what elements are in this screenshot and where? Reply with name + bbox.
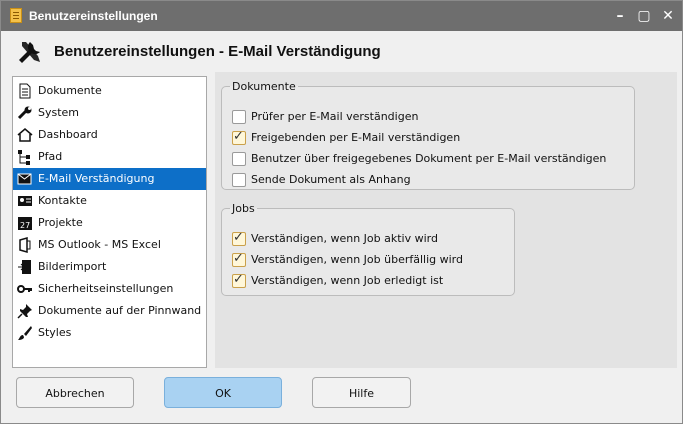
dialog-footer: Abbrechen OK Hilfe	[1, 368, 682, 423]
sidebar-item-projekte[interactable]: 27 Projekte	[13, 212, 206, 234]
maximize-icon[interactable]: ▢	[635, 7, 653, 25]
key-icon	[17, 285, 32, 293]
sidebar-item-kontakte[interactable]: Kontakte	[13, 190, 206, 212]
checkbox-benutzer[interactable]: Benutzer über freigegebenes Dokument per…	[232, 150, 632, 168]
checkbox-label: Verständigen, wenn Job erledigt ist	[251, 274, 444, 287]
checkbox-job-aktiv[interactable]: Verständigen, wenn Job aktiv wird	[232, 230, 632, 248]
checkbox-label: Prüfer per E-Mail verständigen	[251, 110, 419, 123]
import-icon	[18, 260, 31, 274]
sidebar-item-label: Styles	[38, 326, 72, 339]
app-document-icon	[10, 8, 22, 23]
sidebar-item-pinnwand[interactable]: Dokumente auf der Pinnwand	[13, 300, 206, 322]
sidebar-item-label: Dokumente auf der Pinnwand	[38, 304, 202, 317]
pin-icon	[17, 304, 32, 319]
calendar-icon: 27	[18, 217, 32, 230]
sidebar-item-label: MS Outlook - MS Excel	[38, 238, 161, 251]
checkbox-job-erledigt[interactable]: Verständigen, wenn Job erledigt ist	[232, 272, 632, 290]
document-icon	[19, 83, 31, 99]
title-bar[interactable]: Benutzereinstellungen – ▢ ✕	[1, 1, 682, 31]
wrench-icon	[17, 106, 32, 120]
brush-icon	[18, 326, 32, 340]
sidebar-item-pfad[interactable]: Pfad	[13, 146, 206, 168]
sidebar-item-label: Sicherheitseinstellungen	[38, 282, 174, 295]
tree-icon	[18, 150, 30, 165]
checkbox-box[interactable]	[232, 272, 246, 288]
page-header: Benutzereinstellungen - E-Mail Verständi…	[1, 31, 682, 72]
checkbox-box[interactable]	[232, 110, 246, 124]
svg-text:27: 27	[20, 221, 30, 230]
checkbox-label: Benutzer über freigegebenes Dokument per…	[251, 152, 607, 165]
checkbox-label: Verständigen, wenn Job überfällig wird	[251, 253, 463, 266]
sidebar-item-label: Projekte	[38, 216, 83, 229]
group-title-jobs: Jobs	[232, 202, 255, 215]
sidebar-item-label: Dashboard	[38, 128, 98, 141]
checkbox-box[interactable]	[232, 173, 246, 187]
checkbox-freigebenden[interactable]: Freigebenden per E-Mail verständigen	[232, 129, 632, 147]
checkbox-label: Sende Dokument als Anhang	[251, 173, 411, 186]
settings-nav: Dokumente System Dashboard Pfad E-Mail V…	[12, 76, 207, 368]
sidebar-item-sicherheit[interactable]: Sicherheitseinstellungen	[13, 278, 206, 300]
checkbox-box[interactable]	[232, 230, 246, 246]
checkbox-box[interactable]	[232, 251, 246, 267]
sidebar-item-label: Bilderimport	[38, 260, 107, 273]
sidebar-item-dashboard[interactable]: Dashboard	[13, 124, 206, 146]
group-title-dokumente: Dokumente	[232, 80, 296, 93]
office-icon	[19, 237, 31, 253]
cancel-button[interactable]: Abbrechen	[16, 377, 134, 408]
group-jobs: Jobs Verständigen, wenn Job aktiv wird V…	[221, 202, 515, 296]
home-icon	[17, 128, 33, 142]
settings-content: Dokumente Prüfer per E-Mail verständigen…	[215, 72, 677, 368]
checkbox-label: Verständigen, wenn Job aktiv wird	[251, 232, 438, 245]
settings-dialog: Benutzereinstellungen – ▢ ✕ Benutzereins…	[0, 0, 683, 424]
sidebar-item-label: Dokumente	[38, 84, 102, 97]
page-title: Benutzereinstellungen - E-Mail Verständi…	[54, 43, 381, 60]
minimize-icon[interactable]: –	[611, 7, 629, 25]
sidebar-item-label: E-Mail Verständigung	[38, 172, 155, 185]
sidebar-item-bilderimport[interactable]: Bilderimport	[13, 256, 206, 278]
sidebar-item-styles[interactable]: Styles	[13, 322, 206, 344]
help-button[interactable]: Hilfe	[312, 377, 411, 408]
sidebar-item-label: Kontakte	[38, 194, 87, 207]
group-dokumente: Dokumente Prüfer per E-Mail verständigen…	[221, 80, 635, 190]
mail-icon	[17, 173, 32, 185]
window-title: Benutzereinstellungen	[29, 9, 158, 23]
checkbox-job-ueberfaellig[interactable]: Verständigen, wenn Job überfällig wird	[232, 251, 632, 269]
tools-icon	[19, 42, 40, 63]
sidebar-item-label: System	[38, 106, 80, 119]
checkbox-box[interactable]	[232, 129, 246, 145]
checkbox-pruefer[interactable]: Prüfer per E-Mail verständigen	[232, 108, 632, 126]
checkbox-anhang[interactable]: Sende Dokument als Anhang	[232, 171, 632, 189]
sidebar-item-system[interactable]: System	[13, 102, 206, 124]
close-icon[interactable]: ✕	[659, 7, 677, 25]
checkbox-label: Freigebenden per E-Mail verständigen	[251, 131, 461, 144]
ok-button[interactable]: OK	[164, 377, 282, 408]
sidebar-item-label: Pfad	[38, 150, 63, 163]
checkbox-box[interactable]	[232, 152, 246, 166]
contact-card-icon	[18, 196, 32, 206]
sidebar-item-ms-outlook[interactable]: MS Outlook - MS Excel	[13, 234, 206, 256]
sidebar-item-dokumente[interactable]: Dokumente	[13, 80, 206, 102]
sidebar-item-email-verstaendigung[interactable]: E-Mail Verständigung	[13, 168, 206, 190]
